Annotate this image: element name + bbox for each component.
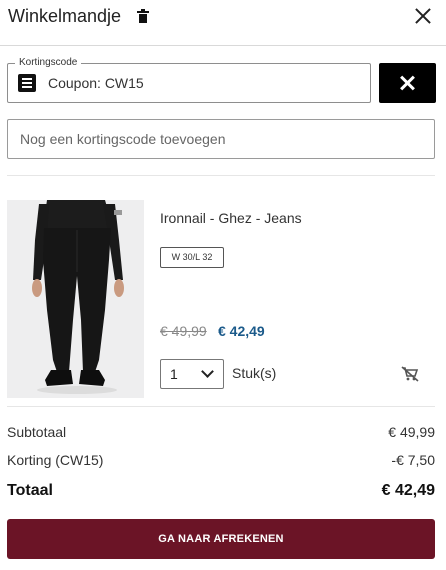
cart-title: Winkelmandje: [8, 6, 122, 26]
cart-header: Winkelmandje: [0, 0, 446, 46]
size-badge: W 30/L 32: [160, 247, 224, 268]
trash-icon[interactable]: [137, 9, 149, 23]
product-image[interactable]: [7, 200, 144, 398]
divider: [7, 406, 435, 407]
quantity-unit: Stuk(s): [232, 365, 277, 381]
discount-label: Korting (CW15): [7, 452, 104, 468]
divider: [7, 175, 435, 176]
discounted-price: € 42,49: [218, 323, 265, 339]
total-value: € 42,49: [381, 482, 435, 499]
new-coupon-input[interactable]: [7, 119, 435, 159]
subtotal-label: Subtotaal: [7, 424, 67, 440]
coupon-list-icon: [18, 74, 36, 92]
coupon-value: Coupon: CW15: [48, 75, 144, 91]
discount-value: -€ 7,50: [391, 452, 435, 468]
product-name[interactable]: Ironnail - Ghez - Jeans: [160, 210, 302, 226]
quantity-select[interactable]: 1: [160, 359, 224, 389]
total-label: Totaal: [7, 482, 53, 499]
quantity-value: 1: [170, 366, 178, 382]
coupon-legend: Kortingscode: [15, 56, 82, 70]
close-icon[interactable]: [414, 7, 432, 25]
remove-coupon-button[interactable]: [379, 63, 436, 103]
original-price: € 49,99: [160, 323, 207, 339]
remove-from-cart-icon[interactable]: [401, 366, 419, 382]
applied-coupon-field: Kortingscode Coupon: CW15: [7, 56, 371, 103]
subtotal-value: € 49,99: [388, 424, 435, 440]
checkout-button[interactable]: GA NAAR AFREKENEN: [7, 519, 435, 559]
chevron-down-icon: [201, 365, 214, 378]
